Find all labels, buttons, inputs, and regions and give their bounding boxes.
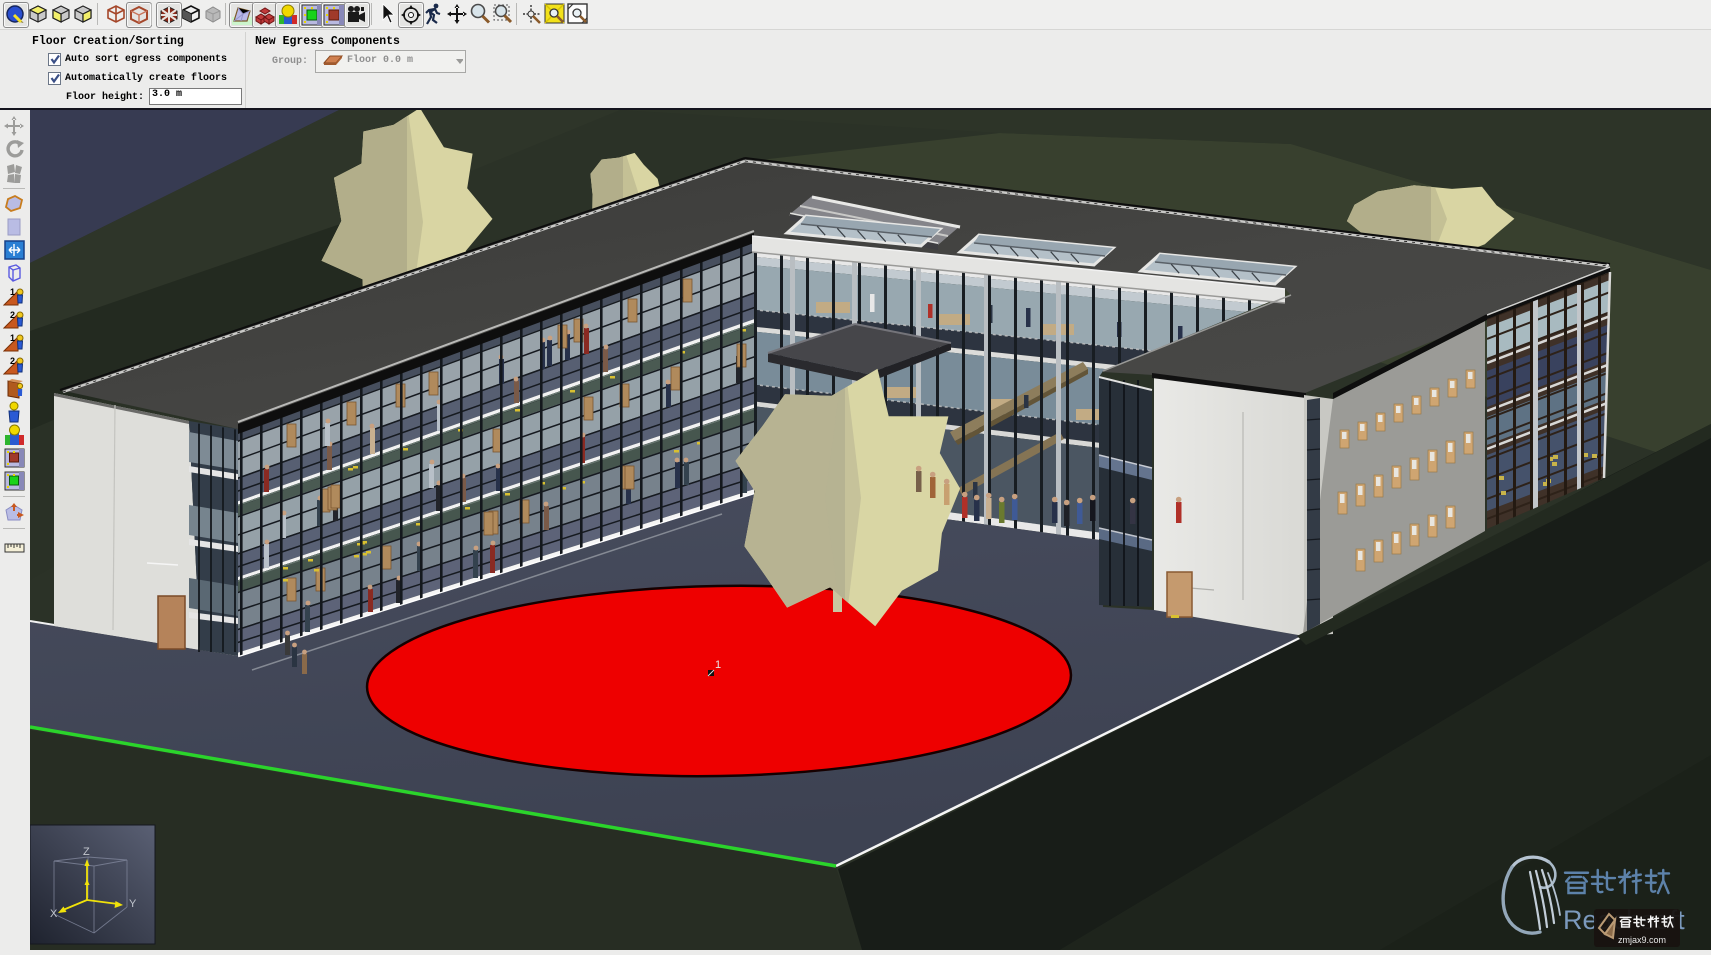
svg-text:Y: Y — [129, 898, 137, 910]
svg-text:X: X — [50, 908, 58, 920]
svg-text:1: 1 — [10, 333, 15, 343]
svg-text:2: 2 — [10, 310, 15, 320]
svg-text:1: 1 — [10, 287, 15, 297]
svg-text:Z: Z — [83, 846, 90, 858]
svg-text:zmjax9.com: zmjax9.com — [1618, 935, 1666, 945]
svg-text:2: 2 — [10, 356, 15, 366]
svg-text:1: 1 — [715, 659, 721, 671]
